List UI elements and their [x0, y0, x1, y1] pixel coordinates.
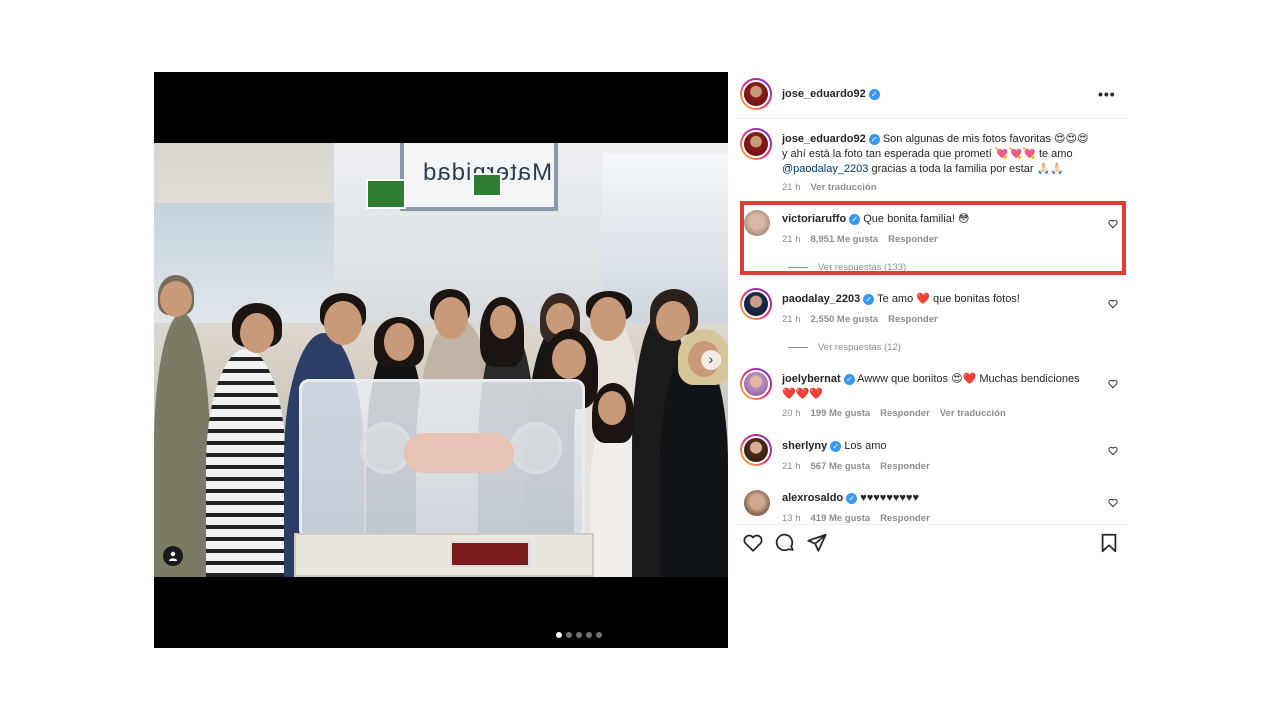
carousel-dot	[576, 632, 582, 638]
comment-username[interactable]: alexrosaldo	[782, 492, 843, 504]
comment-reply-button[interactable]: Responder	[880, 513, 930, 524]
carousel-indicator	[556, 632, 602, 638]
caption-avatar[interactable]	[740, 128, 772, 160]
caption-username[interactable]: jose_eduardo92	[782, 133, 866, 145]
comment-like-heart-icon[interactable]	[1108, 379, 1118, 389]
comment-text-line-2: ❤️❤️❤️	[782, 388, 824, 400]
comment-text: ♥♥♥♥♥♥♥♥♥	[860, 492, 919, 504]
comment-username[interactable]: paodalay_2203	[782, 293, 860, 305]
caption-time: 21 h	[782, 182, 801, 193]
comment-like-heart-icon[interactable]	[1108, 498, 1118, 508]
comment-time: 20 h	[782, 408, 801, 419]
verified-icon: ✓	[843, 373, 855, 385]
author-avatar[interactable]	[740, 78, 772, 110]
post-header: jose_eduardo92 ✓ •••	[736, 72, 1128, 116]
verified-icon: ✓	[868, 133, 880, 145]
carousel-next-button[interactable]: ›	[701, 350, 721, 370]
incubator-base	[294, 533, 594, 577]
comment-avatar-joelybernat[interactable]	[740, 368, 772, 400]
comment-text: Te amo ❤️ que bonitas fotos!	[877, 293, 1020, 305]
comment-username[interactable]: sherlyny	[782, 440, 827, 452]
comment-meta: 20 h 199 Me gusta Responder Ver traducci…	[782, 408, 1006, 419]
heart-icon[interactable]	[742, 532, 764, 554]
carousel-dot	[586, 632, 592, 638]
caption-translate-link[interactable]: Ver traducción	[811, 182, 877, 193]
comment-username[interactable]: joelybernat	[782, 373, 841, 385]
carousel-dot	[566, 632, 572, 638]
caption-line-2: y ahí está la foto tan esperada que prom…	[782, 148, 1073, 160]
comment-paodalay: paodalay_2203 ✓ Te amo ❤️ que bonitas fot…	[782, 292, 1102, 307]
author-username-row[interactable]: jose_eduardo92 ✓	[782, 88, 880, 100]
comment-likes[interactable]: 567 Me gusta	[811, 461, 871, 472]
comment-text: Los amo	[844, 440, 887, 452]
comment-meta: 21 h 2,550 Me gusta Responder	[782, 314, 938, 325]
caption-line-3: @paodalay_2203 gracias a toda la familia…	[782, 162, 1122, 177]
header-divider	[736, 118, 1128, 119]
comment-reply-button[interactable]: Responder	[880, 408, 930, 419]
caption-mention-link[interactable]: @paodalay_2203	[782, 163, 868, 175]
comment-likes[interactable]: 2,550 Me gusta	[811, 314, 879, 325]
comment-likes[interactable]: 199 Me gusta	[811, 408, 871, 419]
user-icon	[169, 551, 177, 561]
newborn	[404, 433, 514, 473]
comment-time: 21 h	[782, 461, 801, 472]
author-username[interactable]: jose_eduardo92	[782, 88, 866, 100]
bookmark-icon[interactable]	[1098, 532, 1120, 554]
comment-avatar-alexrosaldo[interactable]	[744, 490, 770, 516]
comment-meta: 13 h 419 Me gusta Responder	[782, 513, 930, 524]
carousel-dot	[596, 632, 602, 638]
comment-time: 13 h	[782, 513, 801, 524]
view-replies-paodalay[interactable]: Ver respuestas (12)	[788, 342, 901, 353]
post-caption: jose_eduardo92 ✓ Son algunas de mis fotos…	[782, 132, 1122, 177]
actions-divider	[736, 524, 1128, 525]
comment-like-heart-icon[interactable]	[1108, 446, 1118, 456]
post-photo: Maternidad	[154, 143, 728, 577]
caption-meta: 21 h Ver traducción	[782, 182, 877, 193]
highlight-box	[740, 201, 1126, 275]
comment-joelybernat: joelybernat ✓ Awww que bonitos 😍❤️ Muchas…	[782, 372, 1102, 402]
comment-icon[interactable]	[774, 532, 796, 554]
comment-alexrosaldo: alexrosaldo ✓ ♥♥♥♥♥♥♥♥♥	[782, 491, 1102, 506]
comment-avatar-paodalay[interactable]	[740, 288, 772, 320]
comment-sherlyny: sherlyny ✓ Los amo	[782, 439, 1102, 454]
comment-reply-button[interactable]: Responder	[880, 461, 930, 472]
replies-divider	[788, 347, 808, 348]
carousel-dot-active	[556, 632, 562, 638]
comment-meta: 21 h 567 Me gusta Responder	[782, 461, 930, 472]
verified-icon: ✓	[846, 492, 858, 504]
post-media[interactable]: Maternidad	[154, 72, 728, 648]
verified-icon: ✓	[868, 88, 880, 100]
post-actions	[736, 532, 1128, 556]
caption-line-1: Son algunas de mis fotos favoritas 😍😍😍	[882, 133, 1089, 145]
exit-sign-small	[472, 173, 502, 197]
comment-avatar-sherlyny[interactable]	[740, 434, 772, 466]
view-replies-label[interactable]: Ver respuestas (12)	[818, 342, 901, 353]
tagged-users-button[interactable]	[163, 546, 183, 566]
more-options-icon[interactable]: •••	[1098, 86, 1116, 102]
verified-icon: ✓	[863, 293, 875, 305]
verified-icon: ✓	[830, 440, 842, 452]
comment-time: 21 h	[782, 314, 801, 325]
comment-text: Awww que bonitos 😍❤️ Muchas bendiciones	[857, 373, 1080, 385]
comment-reply-button[interactable]: Responder	[888, 314, 938, 325]
comment-translate-link[interactable]: Ver traducción	[940, 408, 1006, 419]
post-sidebar: jose_eduardo92 ✓ ••• jose_eduardo92 ✓ Son …	[736, 72, 1128, 648]
caption-line-3-text: gracias a toda la familia por estar 🙏🏻🙏🏻	[868, 163, 1064, 175]
share-icon[interactable]	[806, 532, 828, 554]
incubator-display	[450, 541, 530, 567]
comment-likes[interactable]: 419 Me gusta	[811, 513, 871, 524]
comment-like-heart-icon[interactable]	[1108, 299, 1118, 309]
exit-sign	[366, 179, 406, 209]
